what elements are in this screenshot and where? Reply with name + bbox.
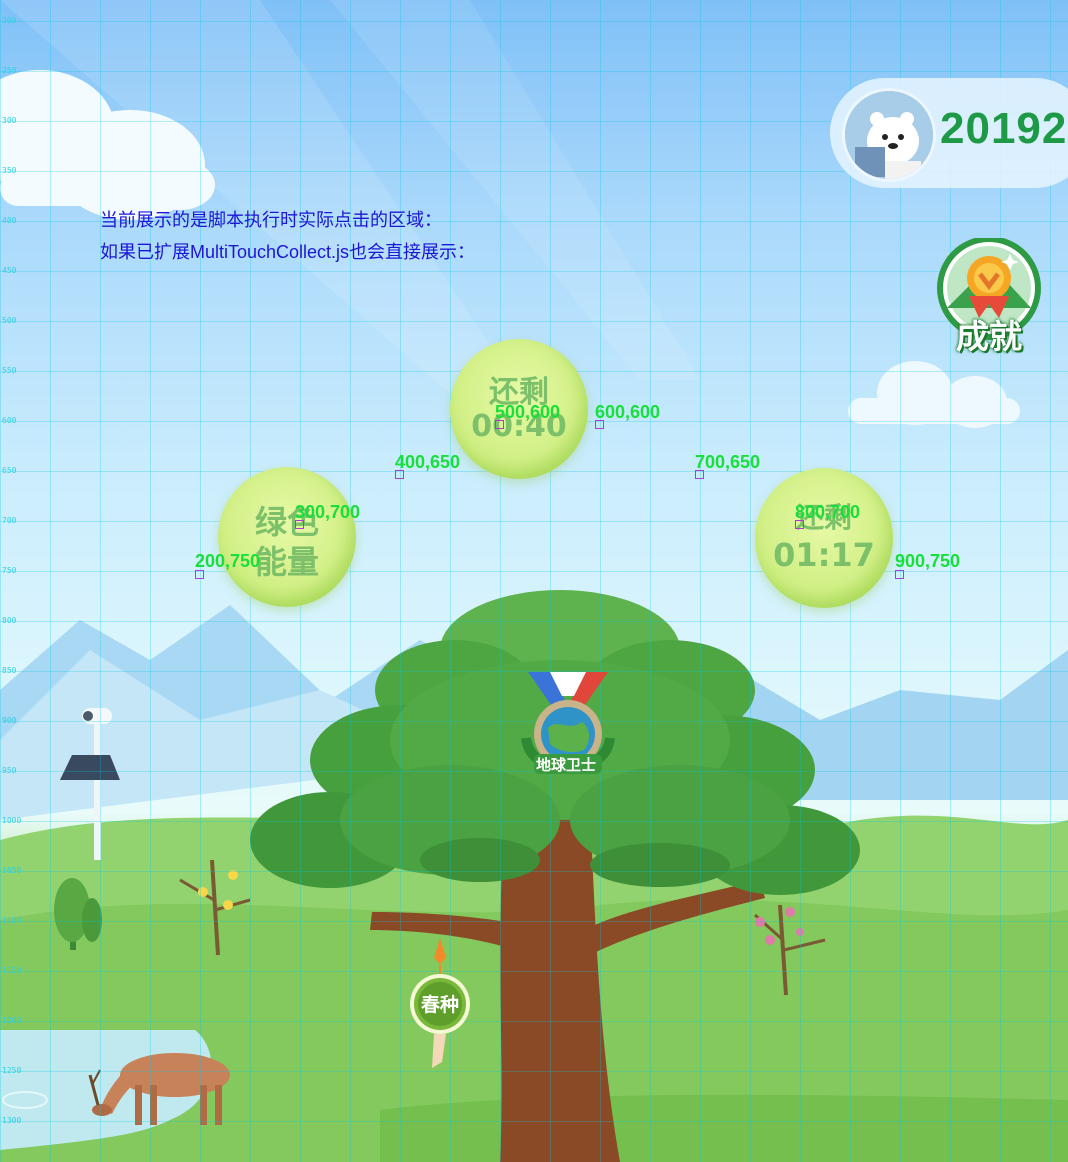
grid-label: 600 (2, 416, 17, 425)
forest-scene: 200 250 300 350 400 450 500 550 600 650 700 750 800 8… (0, 0, 1068, 1162)
grid-label: 1000 (2, 816, 22, 825)
grid-label: 1050 (2, 866, 22, 875)
coord-label-6: 700,650 (695, 452, 761, 472)
grid-label: 550 (2, 366, 17, 375)
tree-medal-label: 地球卫士 (536, 756, 597, 774)
coord-label-3: 400,650 (395, 452, 461, 472)
grid-label: 450 (2, 266, 17, 275)
grid-label: 1150 (2, 966, 22, 975)
grid-label: 500 (2, 316, 17, 325)
coord-label-5: 600,600 (595, 402, 661, 422)
grid-label: 950 (2, 766, 17, 775)
energy-total: 20192g (940, 104, 1068, 153)
cloud-right (848, 361, 1020, 428)
coord-label-4: 500,600 (495, 402, 561, 422)
coord-label-1: 200,750 (195, 551, 261, 571)
grid-label: 650 (2, 466, 17, 475)
energy-bubble-2[interactable]: 绿色 能量 (218, 467, 356, 607)
grid-label: 1300 (2, 1116, 22, 1125)
achievement-label: 成就 (956, 317, 1022, 356)
grid-label: 1250 (2, 1066, 22, 1075)
coord-label-7: 800,700 (795, 502, 861, 522)
coord-label-2: 300,700 (295, 502, 361, 522)
grid-label: 900 (2, 716, 17, 725)
grid-labels: 200 250 300 350 400 450 500 550 600 650 700 750 800 8… (0, 0, 40, 1162)
spring-planting-tag[interactable]: 春种 (408, 938, 472, 1078)
user-avatar[interactable] (842, 88, 936, 182)
grid-label: 200 (2, 16, 17, 25)
bubble-3-line-2: 01:17 (773, 536, 875, 574)
notice-line-1: 当前展示的是脚本执行时实际点击的区域： (100, 210, 442, 230)
achievement-button[interactable]: 成就 (934, 236, 1044, 358)
debug-notice: 当前展示的是脚本执行时实际点击的区域： 如果已扩展MultiTouchColle… (100, 204, 475, 268)
grid-label: 800 (2, 616, 17, 625)
notice-line-2: 如果已扩展MultiTouchCollect.js也会直接展示： (100, 242, 476, 262)
grid-label: 850 (2, 666, 17, 675)
grid-label: 1200 (2, 1016, 22, 1025)
grid-label: 350 (2, 166, 17, 175)
coord-label-8: 900,750 (895, 551, 961, 571)
grid-label: 700 (2, 516, 17, 525)
grid-label: 300 (2, 116, 17, 125)
bear-avatar-icon (845, 91, 933, 179)
energy-bubble-3[interactable]: 还剩 01:17 (755, 468, 893, 608)
tree-medal-badge[interactable]: 地球卫士 (508, 666, 628, 786)
spring-tag-label: 春种 (420, 994, 459, 1016)
grid-label: 400 (2, 216, 17, 225)
grid-label: 1100 (2, 916, 22, 925)
grid-label: 250 (2, 66, 17, 75)
grid-label: 750 (2, 566, 17, 575)
